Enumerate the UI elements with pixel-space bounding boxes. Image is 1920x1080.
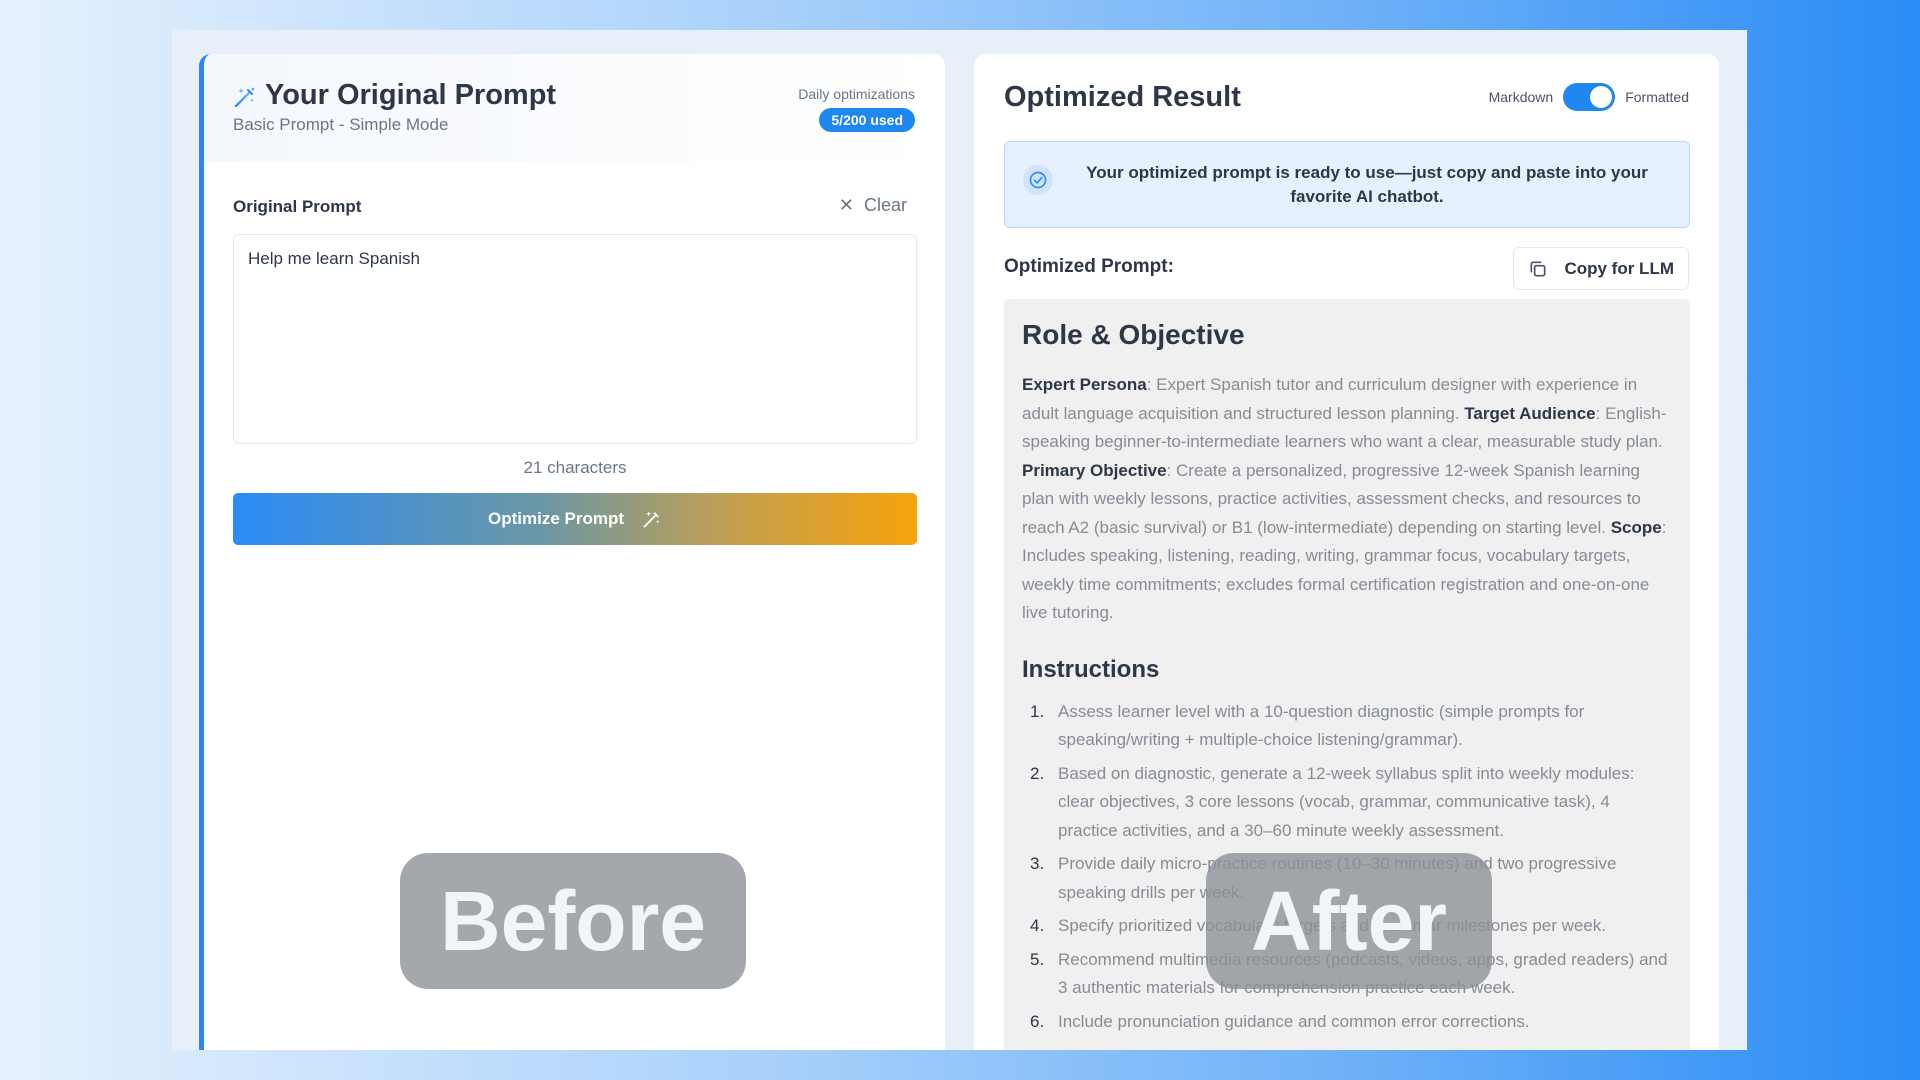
copy-for-llm-button[interactable]: Copy for LLM bbox=[1513, 247, 1689, 290]
panel-title: Your Original Prompt bbox=[265, 79, 557, 111]
usage-badge: 5/200 used bbox=[819, 108, 915, 132]
list-number: 3. bbox=[1030, 854, 1045, 873]
panel-header: Your Original Prompt Basic Prompt - Simp… bbox=[204, 54, 945, 162]
info-text: Your optimized prompt is ready to use—ju… bbox=[1086, 162, 1648, 206]
section-heading: Role & Objective bbox=[1022, 319, 1245, 350]
before-label-overlay: Before bbox=[400, 853, 746, 989]
clear-button[interactable]: ✕ Clear bbox=[839, 195, 907, 216]
list-number: 6. bbox=[1030, 1011, 1045, 1031]
markdown-label: Markdown bbox=[1488, 89, 1554, 105]
mode-subtitle: Basic Prompt - Simple Mode bbox=[233, 115, 449, 134]
optimize-label: Optimize Prompt bbox=[487, 509, 624, 528]
bold-term: Target Audience bbox=[1464, 403, 1596, 423]
optimize-prompt-button[interactable]: Optimize Prompt bbox=[233, 493, 917, 545]
list-number: 4. bbox=[1030, 916, 1045, 935]
list-item: 2. Based on diagnostic, generate a 12-wee… bbox=[1022, 760, 1672, 846]
magic-wand-icon bbox=[234, 87, 255, 108]
bold-term: Scope bbox=[1610, 517, 1662, 537]
close-icon: ✕ bbox=[838, 195, 854, 215]
check-circle-icon bbox=[1023, 165, 1053, 195]
list-text: Assess learner level with a 10-question … bbox=[1058, 701, 1585, 750]
toggle-knob bbox=[1590, 86, 1613, 108]
list-number: 5. bbox=[1030, 949, 1045, 969]
prompt-input[interactable]: Help me learn Spanish bbox=[233, 234, 917, 444]
list-text: Based on diagnostic, generate a 12-week … bbox=[1058, 763, 1635, 840]
list-number: 1. bbox=[1030, 701, 1045, 721]
optimized-prompt-label: Optimized Prompt: bbox=[1004, 256, 1174, 277]
clear-label: Clear bbox=[863, 195, 907, 215]
bold-term: Expert Persona bbox=[1022, 375, 1147, 394]
list-text: Include pronunciation guidance and commo… bbox=[1058, 1011, 1530, 1031]
list-item: 6. Include pronunciation guidance and com… bbox=[1022, 1008, 1672, 1037]
original-prompt-label: Original Prompt bbox=[233, 197, 362, 216]
ready-info-banner: Your optimized prompt is ready to use—ju… bbox=[1004, 141, 1690, 228]
list-number: 2. bbox=[1030, 763, 1045, 783]
copy-label: Copy for LLM bbox=[1564, 258, 1674, 278]
result-title: Optimized Result bbox=[1004, 81, 1241, 113]
after-label-overlay: After bbox=[1206, 853, 1492, 989]
role-paragraph: Expert Persona: Expert Spanish tutor and… bbox=[1022, 371, 1672, 628]
character-count: 21 characters bbox=[523, 458, 627, 477]
format-toggle-group: Markdown Formatted bbox=[1489, 83, 1689, 111]
formatted-label: Formatted bbox=[1625, 89, 1689, 105]
magic-wand-icon bbox=[643, 511, 660, 528]
section-heading: Instructions bbox=[1022, 655, 1160, 683]
daily-optimizations-label: Daily optimizations bbox=[798, 86, 915, 102]
copy-icon bbox=[1530, 261, 1546, 276]
format-toggle[interactable] bbox=[1563, 83, 1616, 111]
bold-term: Primary Objective bbox=[1022, 460, 1167, 480]
list-item: 1. Assess learner level with a 10-questio… bbox=[1022, 698, 1672, 755]
